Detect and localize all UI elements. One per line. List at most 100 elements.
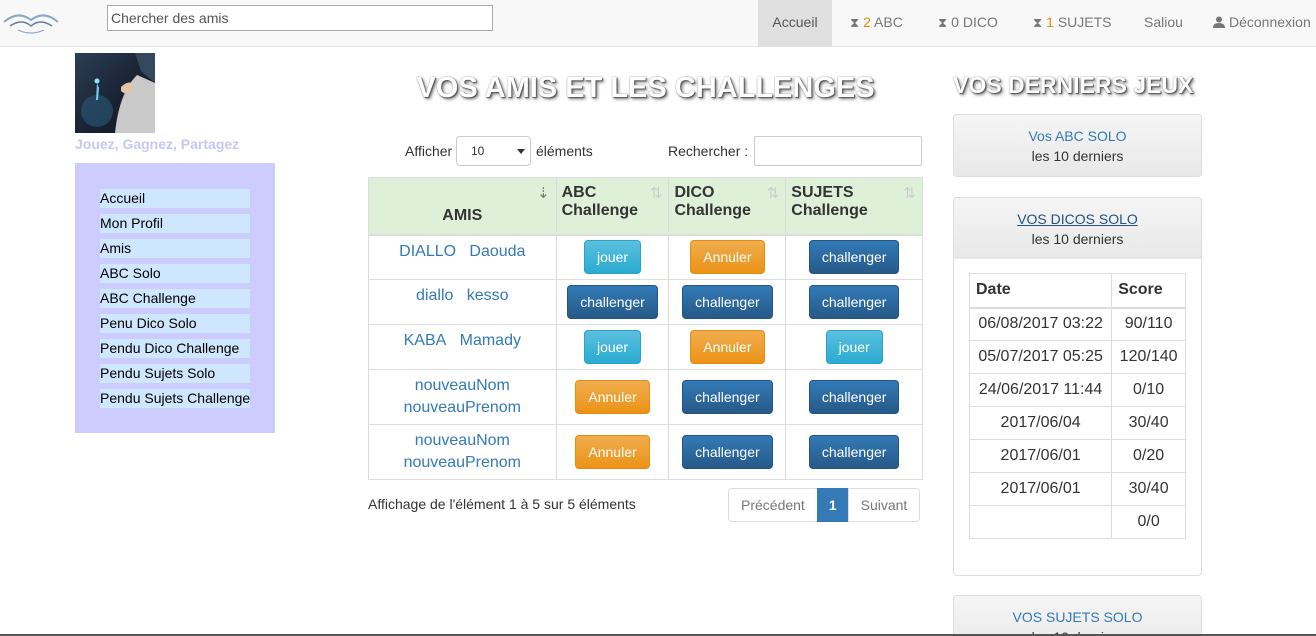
column-header-abc[interactable]: ABC Challenge ⇅ — [555, 177, 670, 236]
score-value: 90/110 — [1111, 307, 1186, 341]
table-search-input[interactable] — [754, 136, 922, 166]
sujets-jouer-button[interactable]: jouer — [825, 330, 883, 364]
nav-accueil[interactable]: Accueil — [758, 0, 832, 47]
friend-name[interactable]: DIALLO Daouda — [368, 234, 557, 280]
abc-solo-panel: Vos ABC SOLO les 10 derniers — [953, 114, 1202, 177]
sidebar-item-abc-solo[interactable]: ABC Solo — [100, 264, 250, 283]
column-header-amis[interactable]: AMIS ⇣ — [368, 177, 557, 236]
nav-user[interactable]: Saliou — [1144, 0, 1183, 47]
recent-games-title: VOS DERNIERS JEUX — [953, 72, 1194, 98]
score-date: 2017/06/04 — [968, 406, 1113, 440]
site-logo[interactable] — [0, 8, 62, 48]
table-row: 24/06/2017 11:44 0/10 — [968, 373, 1186, 407]
friend-last-name: Mamady — [459, 332, 521, 349]
hourglass-icon: ⧗ — [850, 15, 860, 30]
sujets-challenger-button[interactable]: challenger — [808, 380, 900, 414]
table-row: nouveauNom nouveauPrenom Annuler challeng… — [368, 369, 923, 425]
friend-last-name: nouveauPrenom — [403, 454, 521, 471]
pagination-page-1[interactable]: 1 — [816, 488, 849, 522]
dicos-scores-table: Date Score 06/08/2017 03:22 90/110 05/07/… — [968, 273, 1186, 539]
friend-name[interactable]: KABA Mamady — [368, 324, 557, 370]
hourglass-icon: ⧗ — [1033, 15, 1043, 30]
sidebar-item-dico-challenge[interactable]: Pendu Dico Challenge — [100, 339, 250, 358]
friend-last-name: Daouda — [469, 242, 526, 260]
abc-annuler-button[interactable]: Annuler — [575, 380, 650, 414]
nav-dico-label: DICO — [958, 14, 998, 30]
score-date: 05/07/2017 05:25 — [968, 340, 1113, 374]
nav-logout[interactable]: Déconnexion — [1213, 0, 1311, 47]
nav-abc-count: 2 — [863, 14, 871, 30]
sidebar-menu: Accueil Mon Profil Amis ABC Solo ABC Cha… — [75, 163, 275, 433]
sidebar-item-accueil[interactable]: Accueil — [100, 189, 250, 208]
tagline: Jouez, Gagnez, Partagez — [75, 136, 240, 152]
sidebar-item-sujets-solo[interactable]: Pendu Sujets Solo — [100, 364, 250, 383]
column-header-label: SUJETS — [791, 184, 854, 201]
pagination: Précédent 1 Suivant — [728, 488, 921, 522]
friend-last-name: kesso — [466, 287, 509, 304]
sort-icon: ⇅ — [903, 185, 916, 202]
column-header-label: ABC — [561, 184, 597, 201]
nav-sujets[interactable]: ⧗ 1 SUJETS — [1033, 0, 1112, 47]
column-header-label: Challenge — [674, 202, 751, 219]
table-row: diallo kesso challenger challenger chall… — [368, 279, 923, 325]
friend-name[interactable]: nouveauNom nouveauPrenom — [368, 369, 557, 425]
sidebar-item-amis[interactable]: Amis — [100, 239, 250, 258]
table-row: nouveauNom nouveauPrenom Annuler challeng… — [368, 424, 923, 480]
page-title: VOS AMIS ET LES CHALLENGES — [416, 72, 875, 104]
table-row: 05/07/2017 05:25 120/140 — [968, 340, 1186, 374]
score-value: 0/20 — [1111, 439, 1186, 473]
dico-challenger-button[interactable]: challenger — [682, 285, 773, 319]
nav-abc[interactable]: ⧗ 2 ABC — [850, 0, 903, 47]
nav-user-label: Saliou — [1144, 14, 1183, 30]
dicos-solo-panel-header: VOS DICOS SOLO les 10 derniers — [954, 198, 1201, 259]
friend-first-name: diallo — [416, 287, 454, 304]
dico-annuler-button[interactable]: Annuler — [690, 240, 765, 275]
hourglass-icon: ⧗ — [938, 15, 948, 30]
abc-solo-subtitle: les 10 derniers — [1031, 148, 1124, 164]
abc-jouer-button[interactable]: jouer — [583, 330, 642, 364]
search-friends-input[interactable] — [107, 5, 493, 31]
sujets-solo-link[interactable]: VOS SUJETS SOLO — [959, 607, 1196, 627]
abc-challenger-button[interactable]: challenger — [567, 285, 658, 319]
chevron-down-icon — [517, 149, 525, 154]
profile-avatar — [75, 53, 155, 133]
pagination-next[interactable]: Suivant — [847, 488, 921, 522]
nav-sujets-count: 1 — [1046, 14, 1054, 30]
dicos-solo-link[interactable]: VOS DICOS SOLO — [959, 209, 1196, 229]
dico-annuler-button[interactable]: Annuler — [690, 330, 765, 364]
friends-table: AMIS ⇣ ABC Challenge ⇅ DICO Challenge ⇅ … — [368, 177, 923, 480]
friend-name[interactable]: diallo kesso — [368, 279, 557, 325]
sidebar-item-dico-solo[interactable]: Penu Dico Solo — [100, 314, 250, 333]
score-date: 06/08/2017 03:22 — [968, 307, 1113, 341]
table-row: 2017/06/01 0/20 — [968, 439, 1186, 473]
friend-name[interactable]: nouveauNom nouveauPrenom — [368, 424, 557, 480]
abc-annuler-button[interactable]: Annuler — [575, 435, 650, 469]
sujets-challenger-button[interactable]: challenger — [808, 435, 900, 469]
sidebar-item-abc-challenge[interactable]: ABC Challenge — [100, 289, 250, 308]
score-date: 2017/06/01 — [968, 439, 1113, 473]
nav-dico-count: 0 — [951, 14, 959, 30]
show-entries-suffix: éléments — [536, 143, 593, 159]
sujets-challenger-button[interactable]: challenger — [808, 240, 900, 275]
pagination-previous[interactable]: Précédent — [728, 488, 818, 522]
column-header-sujets[interactable]: SUJETS Challenge ⇅ — [785, 177, 923, 236]
nav-logout-label: Déconnexion — [1229, 14, 1311, 30]
sidebar-item-mon-profil[interactable]: Mon Profil — [100, 214, 250, 233]
top-navbar: Accueil ⧗2 ABC ⧗0 DICO ⧗1 SUJETS Saliou … — [0, 0, 1316, 47]
abc-solo-link[interactable]: Vos ABC SOLO — [959, 126, 1196, 146]
table-info: Affichage de l'élément 1 à 5 sur 5 éléme… — [368, 496, 636, 512]
entries-per-page-select[interactable]: 10 — [456, 136, 531, 166]
sujets-solo-panel: VOS SUJETS SOLO les 10 derniers — [953, 595, 1202, 636]
column-header-label: Challenge — [791, 202, 868, 219]
column-header-label: Challenge — [561, 202, 639, 219]
table-row: 0/0 — [968, 505, 1186, 539]
friend-last-name: nouveauPrenom — [403, 399, 521, 416]
sidebar-item-sujets-challenge[interactable]: Pendu Sujets Challenge — [100, 389, 250, 408]
abc-jouer-button[interactable]: jouer — [583, 240, 642, 275]
dico-challenger-button[interactable]: challenger — [682, 380, 773, 414]
column-header-dico[interactable]: DICO Challenge ⇅ — [668, 177, 787, 236]
dico-challenger-button[interactable]: challenger — [682, 435, 773, 469]
friend-first-name: DIALLO — [399, 242, 457, 260]
nav-dico[interactable]: ⧗ 0 DICO — [938, 0, 998, 47]
sujets-challenger-button[interactable]: challenger — [808, 285, 900, 319]
